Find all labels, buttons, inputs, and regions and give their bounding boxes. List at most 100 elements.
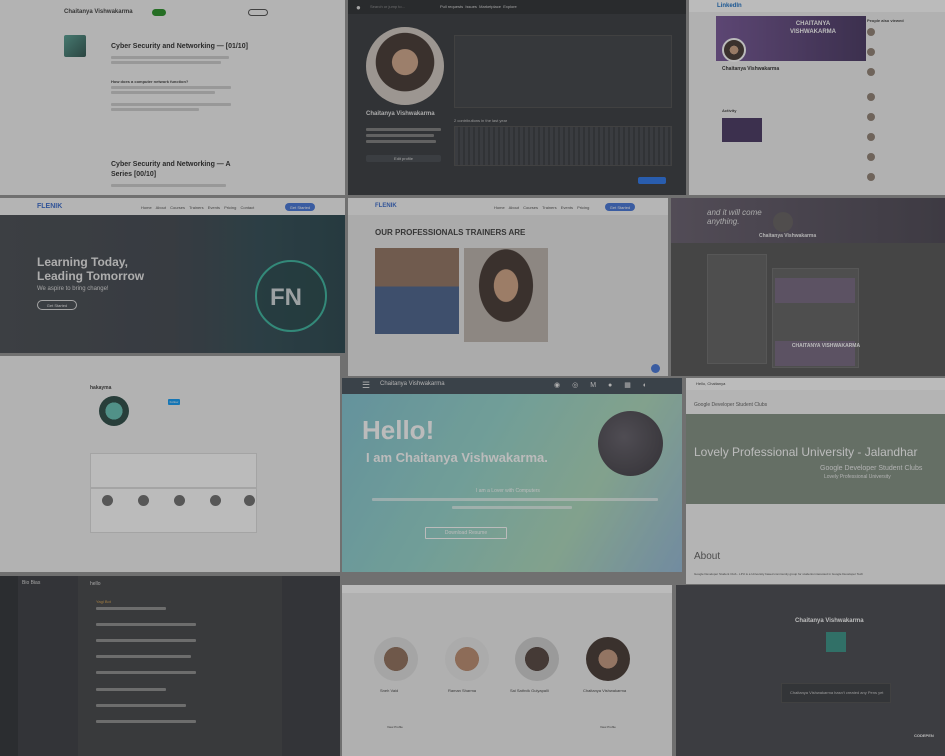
hero-title-2: Leading Tomorrow	[37, 269, 145, 283]
team-view-4[interactable]: View Profile	[600, 725, 616, 729]
nav-events-2[interactable]: Events	[561, 205, 573, 210]
year-button[interactable]	[638, 177, 666, 184]
nav-contact[interactable]: Contact	[240, 205, 254, 210]
nav-pricing-2[interactable]: Pricing	[577, 205, 589, 210]
nav-pulls[interactable]: Pull requests	[440, 4, 463, 9]
social-icons: ◉◎M●▦◐	[554, 382, 660, 389]
trainers-nav: Home About Courses Trainers Events Prici…	[494, 205, 589, 210]
github-avatar[interactable]	[366, 27, 444, 105]
nav-about-2[interactable]: About	[509, 205, 519, 210]
insta-empty-posts	[90, 453, 257, 488]
follow-button[interactable]	[152, 9, 166, 16]
nav-issues[interactable]: Issues	[465, 4, 477, 9]
linkedin-logo[interactable]: LinkedIn	[717, 3, 742, 9]
download-resume-button[interactable]: Download Resume	[425, 527, 507, 539]
tile-linkedin: LinkedIn CHAITANYA VISHWAKARMA Chaitanya…	[689, 0, 945, 195]
linkedin-name: Chaitanya Vishwakarma	[722, 66, 780, 72]
flenik-nav: Home About Courses Trainers Events Prici…	[141, 205, 254, 210]
team-view-1[interactable]: View Profile	[387, 725, 403, 729]
insta-suggestions	[90, 488, 257, 533]
edit-profile-button[interactable]: Edit profile	[366, 155, 441, 162]
twitter-banner-text: and it will come anything.	[707, 208, 762, 226]
nav-trainers-2[interactable]: Trainers	[542, 205, 557, 210]
nav-about[interactable]: About	[156, 205, 166, 210]
gdsc-tab[interactable]: Hello, Chaitanya	[696, 381, 725, 386]
team-avatar-1	[374, 637, 418, 681]
author-avatar	[64, 35, 86, 57]
tile-portfolio: ☰ Chaitanya Vishwakarma ◉◎M●▦◐ Hello! I …	[342, 378, 682, 572]
nav-explore[interactable]: Explore	[503, 4, 517, 9]
github-search-input[interactable]: Search or jump to...	[370, 4, 405, 9]
twitter-avatar[interactable]	[773, 212, 793, 232]
trainer-photo-1	[375, 248, 459, 334]
gdsc-brand-2: Google Developer Student Clubs	[820, 465, 923, 472]
trainers-get-started-button[interactable]: Get Started	[605, 203, 635, 211]
tile-flenik-trainers: FLENIK Home About Courses Trainers Event…	[348, 198, 668, 376]
github-nav: Pull requests Issues Marketplace Explore	[440, 4, 517, 9]
twitter-name: Chaitanya Vishwakarma	[759, 233, 817, 239]
tile-team: Sneh Vaid Raman Sharma Sai Sathvik Guiya…	[342, 585, 672, 756]
discord-server-name[interactable]: Bio Bias	[22, 580, 40, 586]
tile-codepen: Chaitanya Vishwakarma Chaitanya Vishwaka…	[676, 585, 945, 756]
discord-channel[interactable]: hello	[90, 581, 101, 587]
blog-author[interactable]: Chaitanya Vishwakarma	[64, 9, 133, 15]
menu-icon[interactable]: ☰	[362, 380, 370, 391]
codepen-avatar	[826, 632, 846, 652]
nav-courses[interactable]: Courses	[170, 205, 185, 210]
flenik-logo[interactable]: FLENIK	[37, 203, 62, 210]
tile-discord: Bio Bias hello Yagi Bot	[0, 576, 340, 756]
post2-title[interactable]: Cyber Security and Networking — A Series…	[111, 160, 236, 180]
post1-title[interactable]: Cyber Security and Networking — [01/10]	[111, 43, 248, 50]
linkedin-avatar[interactable]	[722, 38, 746, 62]
linkedin-activity: Activity	[722, 108, 737, 113]
about-text: Google Developer Student Club - LPU is a…	[694, 572, 864, 576]
nav-marketplace[interactable]: Marketplace	[479, 4, 501, 9]
tile-github-profile: ● Search or jump to... Pull requests Iss…	[348, 0, 686, 195]
fn-logo-text: FN	[270, 284, 302, 311]
contribution-graph	[454, 126, 672, 166]
chat-bubble-icon[interactable]	[651, 364, 660, 373]
hero-subtitle: We aspire to bring change!	[37, 286, 109, 292]
people-also-viewed: People also viewed	[867, 18, 904, 23]
team-avatar-2	[445, 637, 489, 681]
about-heading: About	[694, 551, 721, 562]
post1-subheading: How does a computer network function?	[111, 79, 189, 84]
tile-instagram: hakayma Follow	[0, 356, 340, 572]
team-name-2: Raman Sharma	[448, 688, 477, 693]
hero-get-started-button[interactable]: Get Started	[37, 300, 77, 310]
team-name-4: Chaitanya Vishwakarma	[583, 688, 627, 693]
gdsc-headline: Lovely Professional University - Jalandh…	[694, 445, 918, 459]
github-logo-icon[interactable]: ●	[356, 3, 361, 12]
trainers-title: OUR PROFESSIONALS TRAINERS ARE	[375, 228, 526, 237]
gdsc-brand[interactable]: Google Developer Student Clubs	[694, 402, 767, 408]
contributions-label: 2 contributions in the last year	[454, 118, 508, 123]
codepen-title: Chaitanya Vishwakarma	[795, 618, 864, 624]
nav-home-2[interactable]: Home	[494, 205, 505, 210]
gdsc-brand-3: Lovely Professional University	[824, 474, 891, 480]
tile-twitter: and it will come anything. Chaitanya Vis…	[671, 198, 945, 376]
trainers-logo[interactable]: FLENIK	[375, 203, 397, 209]
nav-home[interactable]: Home	[141, 205, 152, 210]
twitter-banner-2: CHAITANYA VISHWAKARMA	[791, 343, 861, 349]
codepen-logo[interactable]: CODEPEN	[914, 733, 934, 738]
signup-button[interactable]	[248, 9, 268, 16]
tile-flenik-hero: FLENIK Home About Courses Trainers Event…	[0, 198, 345, 353]
codepen-notice-text: Chaitanya Vishwakarma hasn't created any…	[790, 690, 884, 695]
portfolio-intro: I am a Lover with Computers	[476, 488, 540, 494]
iam-heading: I am Chaitanya Vishwakarma.	[366, 450, 548, 465]
team-name-3: Sai Sathvik Guiyapalli	[510, 688, 549, 693]
insta-follow-button[interactable]: Follow	[168, 399, 180, 405]
insta-handle[interactable]: hakayma	[90, 385, 111, 391]
nav-courses-2[interactable]: Courses	[523, 205, 538, 210]
nav-events[interactable]: Events	[208, 205, 220, 210]
nav-pricing[interactable]: Pricing	[224, 205, 236, 210]
nav-trainers[interactable]: Trainers	[189, 205, 204, 210]
twitter-sidebar	[707, 254, 767, 364]
discord-buddy: Yagi Bot	[96, 599, 111, 604]
get-started-nav-button[interactable]: Get Started	[285, 203, 315, 211]
hero-title-1: Learning Today,	[37, 255, 128, 269]
team-avatar-4	[586, 637, 630, 681]
insta-avatar[interactable]	[99, 396, 129, 426]
portfolio-name: Chaitanya Vishwakarma	[380, 381, 445, 387]
portfolio-avatar	[598, 411, 663, 476]
